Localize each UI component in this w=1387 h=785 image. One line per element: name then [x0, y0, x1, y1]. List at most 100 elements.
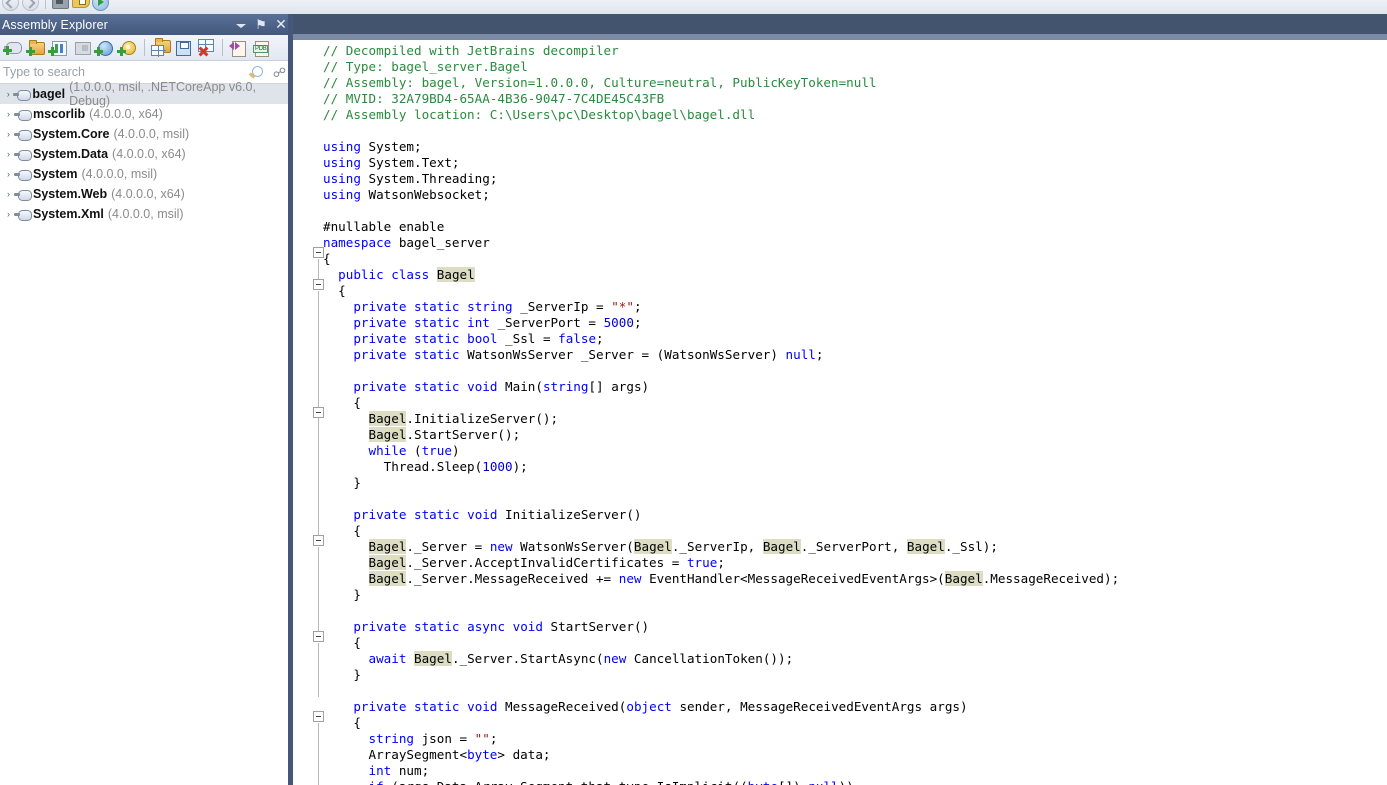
add-process-icon[interactable] [94, 37, 115, 58]
code-line: private static string _ServerIp = "*"; [353, 299, 642, 314]
code-line: private static void Main(string[] args) [353, 379, 650, 394]
dropdown-caret-icon[interactable] [235, 18, 247, 32]
code-line: { [323, 635, 361, 650]
assembly-icon [14, 184, 32, 204]
search-input[interactable] [1, 64, 245, 80]
fold-guide [318, 643, 319, 697]
code-line: Bagel._Server = new WatsonWsServer(Bagel… [368, 539, 998, 554]
tree-item-system-core[interactable]: › System.Core (4.0.0.0, msil) [0, 124, 290, 144]
pin-icon[interactable]: ⚑ [255, 17, 267, 32]
tree-item-system-data[interactable]: › System.Data (4.0.0.0, x64) [0, 144, 290, 164]
code-line: ArraySegment<byte> data; [323, 747, 551, 762]
code-line: public class Bagel [338, 267, 475, 282]
run-icon[interactable] [92, 0, 109, 11]
tree-item-system-xml[interactable]: › System.Xml (4.0.0.0, msil) [0, 204, 290, 224]
add-settings-icon[interactable] [117, 37, 138, 58]
tree-item-meta: (4.0.0.0, msil) [113, 127, 190, 141]
code-line: // MVID: 32A79BD4-65AA-4B36-9047-7C4DE45… [323, 91, 665, 106]
tree-item-mscorlib[interactable]: › mscorlib (4.0.0.0, x64) [0, 104, 290, 124]
code-line: { [323, 715, 361, 730]
toolbar-separator [222, 39, 223, 56]
code-line: string json = ""; [368, 731, 498, 746]
code-line: await Bagel._Server.StartAsync(new Cance… [368, 651, 794, 666]
code-line: using WatsonWebsocket; [323, 187, 490, 202]
open-file-icon[interactable] [227, 37, 248, 58]
open-pdb-icon[interactable]: PDB [250, 37, 271, 58]
remove-assembly-icon[interactable] [71, 37, 92, 58]
code-line: Bagel._Server.AcceptInvalidCertificates … [368, 555, 725, 570]
code-line: private static bool _Ssl = false; [353, 331, 604, 346]
code-editor[interactable]: // Decompiled with JetBrains decompiler /… [296, 40, 1387, 785]
assembly-icon [14, 204, 32, 224]
add-assembly-list-icon[interactable] [48, 37, 69, 58]
nav-back-icon[interactable] [2, 0, 19, 11]
tree-item-meta: (4.0.0.0, msil) [107, 207, 184, 221]
editor-left-gutter-strip [288, 14, 293, 785]
fold-guide [318, 723, 319, 785]
code-line: private static int _ServerPort = 5000; [353, 315, 642, 330]
tree-item-name: System.Xml [33, 207, 104, 221]
fold-guide [318, 547, 319, 632]
pin-icon[interactable]: ☍ [273, 65, 286, 80]
code-line: namespace bagel_server [323, 235, 490, 250]
tree-item-system-web[interactable]: › System.Web (4.0.0.0, x64) [0, 184, 290, 204]
new-assembly-list-icon[interactable] [149, 37, 171, 58]
tree-item-bagel[interactable]: › bagel (1.0.0.0, msil, .NETCoreApp v6.0, … [0, 80, 290, 108]
assembly-explorer-panel: Assembly Explorer ⚑ ✕ PDB Type to search… [0, 14, 290, 785]
code-line: private static async void StartServer() [353, 619, 650, 634]
code-line: // Assembly location: C:\Users\pc\Deskto… [323, 107, 756, 122]
code-line: int num; [368, 763, 430, 778]
save-assembly-list-icon[interactable] [172, 37, 193, 58]
tree-item-system[interactable]: › System (4.0.0.0, msil) [0, 164, 290, 184]
toolbar-separator [45, 0, 46, 9]
code-line: private static void InitializeServer() [353, 507, 642, 522]
code-line: // Type: bagel_server.Bagel [323, 59, 528, 74]
tree-item-meta: (4.0.0.0, x64) [111, 187, 185, 201]
code-line: using System.Text; [323, 155, 460, 170]
code-line: Bagel._Server.MessageReceived += new Eve… [368, 571, 1120, 586]
assembly-icon [14, 164, 32, 184]
open-assembly-icon[interactable] [2, 37, 23, 58]
code-line: { [323, 523, 361, 538]
code-line: if (args.Data.Array.Segment.that.type.Is… [323, 779, 1119, 785]
code-line: { [323, 251, 331, 266]
code-line: { [323, 283, 346, 298]
close-icon[interactable]: ✕ [275, 17, 287, 32]
code-line: using System; [323, 139, 422, 154]
assembly-explorer-title-bar: Assembly Explorer ⚑ ✕ [0, 14, 290, 35]
toolbar-separator [144, 39, 145, 56]
code-line: #nullable enable [323, 219, 445, 234]
code-line: Thread.Sleep(1000); [323, 459, 528, 474]
code-line: Bagel.StartServer(); [368, 427, 521, 442]
code-line: } [323, 587, 361, 602]
code-line: Bagel.InitializeServer(); [368, 411, 559, 426]
chip-icon[interactable] [52, 0, 69, 11]
tree-item-name: System [33, 167, 78, 181]
tree-item-meta: (4.0.0.0, x64) [89, 107, 163, 121]
assembly-icon [14, 124, 32, 144]
assembly-icon [13, 84, 32, 104]
code-line: // Assembly: bagel, Version=1.0.0.0, Cul… [323, 75, 877, 90]
nav-forward-icon[interactable] [22, 0, 39, 11]
tree-item-name: System.Web [33, 187, 108, 201]
code-line: } [323, 667, 361, 682]
code-folding-column [296, 40, 324, 785]
tree-item-name: System.Core [33, 127, 110, 141]
tag-icon[interactable] [72, 0, 90, 11]
assembly-icon [14, 104, 32, 124]
search-icon[interactable] [248, 65, 263, 80]
tree-item-name: System.Data [33, 147, 109, 161]
code-line: private static WatsonWsServer _Server = … [353, 347, 824, 362]
close-all-icon[interactable] [195, 37, 216, 58]
code-line: using System.Threading; [323, 171, 498, 186]
tree-item-meta: (4.0.0.0, msil) [81, 167, 158, 181]
code-line: { [323, 395, 361, 410]
assembly-icon [14, 144, 32, 164]
code-text: // Decompiled with JetBrains decompiler /… [323, 43, 1119, 785]
add-folder-icon[interactable] [25, 37, 46, 58]
